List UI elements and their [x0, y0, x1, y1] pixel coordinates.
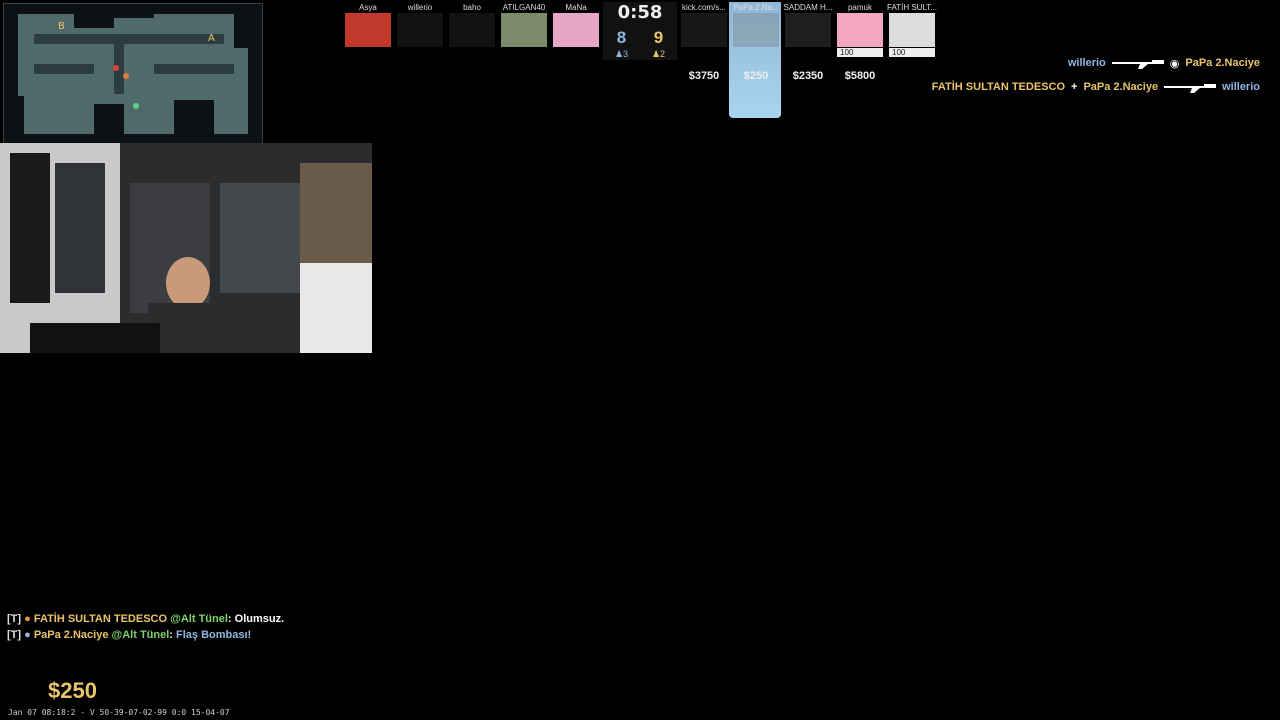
player-money-value: $250 — [743, 70, 769, 82]
t-player-card: PaPa 2.Na... — [731, 2, 781, 47]
player-avatar — [501, 13, 547, 47]
player-name: Asya — [359, 3, 377, 12]
player-name: PaPa 2.Na... — [733, 3, 779, 12]
kill-feed: willerio ◉ PaPa 2.Naciye FATİH SULTAN TE… — [860, 52, 1260, 100]
player-name: SADDAM H... — [783, 3, 833, 12]
radar-label-a: A — [208, 33, 215, 44]
player-name: kick.com/s... — [681, 3, 726, 12]
t-player-card: SADDAM H... — [783, 2, 833, 47]
chat-message: Flaş Bombası! — [176, 629, 252, 641]
player-name: ATILGAN40 — [502, 3, 546, 12]
ct-score: 8 — [616, 28, 627, 47]
chat-message: Olumsuz. — [234, 613, 285, 625]
killfeed-entry: willerio ◉ PaPa 2.Naciye — [860, 52, 1260, 74]
t-player-card: pamuk 100 — [835, 2, 885, 57]
killfeed-victim: PaPa 2.Naciye — [1185, 57, 1260, 69]
webcam-image — [0, 143, 372, 353]
headshot-icon: ◉ — [1169, 57, 1180, 70]
player-avatar — [449, 13, 495, 47]
player-avatar — [837, 13, 883, 47]
ct-player-card: Asya — [343, 2, 393, 47]
chat-team-tag: [T] — [7, 629, 22, 641]
t-score: 9 — [653, 28, 664, 47]
ct-player-card: baho — [447, 2, 497, 47]
webcam-feed — [0, 143, 372, 353]
t-player-card: kick.com/s... — [679, 2, 729, 47]
team-chat: [T] ● FATİH SULTAN TEDESCO @Alt Tünel: O… — [7, 611, 284, 643]
killfeed-killer: willerio — [1067, 57, 1106, 69]
radar-label-b: B — [58, 21, 65, 32]
player-money: $250 — [48, 678, 97, 703]
t-alive-count: ♟2 — [651, 49, 666, 59]
player-avatar — [553, 13, 599, 47]
player-avatar — [681, 13, 727, 47]
player-color-dot-icon: ● — [24, 613, 31, 625]
chat-location: @Alt Tünel — [111, 629, 170, 641]
player-avatar — [345, 13, 391, 47]
player-name: MaNa — [565, 3, 587, 12]
player-money-value: $2350 — [792, 70, 824, 82]
rifle-icon — [1111, 60, 1164, 69]
radar-map: B A — [4, 4, 262, 144]
chat-team-tag: [T] — [7, 613, 22, 625]
ct-player-card: MaNa — [551, 2, 601, 47]
chat-location: @Alt Tünel — [170, 613, 228, 625]
ct-player-card: ATILGAN40 — [499, 2, 549, 47]
player-money-value: $3750 — [688, 70, 720, 82]
scoreboard-center: 0:58 8 9 ♟3 ♟2 — [603, 2, 677, 60]
killfeed-plus: + — [1071, 81, 1078, 93]
player-color-dot-icon: ● — [24, 629, 31, 641]
radar-minimap: B A — [3, 3, 263, 145]
chat-line: [T] ● PaPa 2.Naciye @Alt Tünel: Flaş Bom… — [7, 629, 252, 641]
chat-player-name: PaPa 2.Naciye — [33, 629, 109, 641]
ct-alive-count: ♟3 — [614, 49, 629, 59]
player-name: pamuk — [847, 3, 872, 12]
player-avatar — [733, 13, 779, 47]
rifle-icon — [1164, 84, 1217, 93]
player-avatar — [397, 13, 443, 47]
round-timer: 0:58 — [617, 2, 663, 23]
killfeed-killer: FATİH SULTAN TEDESCO — [931, 81, 1066, 93]
demo-info-footer: Jan 07 08:18:2 - V 50-39-07-02-99 0:0 15… — [8, 708, 230, 717]
ct-player-card: willerio — [395, 2, 445, 47]
chat-line: [T] ● FATİH SULTAN TEDESCO @Alt Tünel: O… — [7, 613, 285, 625]
killfeed-assister: PaPa 2.Naciye — [1083, 81, 1159, 93]
killfeed-victim: willerio — [1222, 81, 1260, 93]
player-avatar — [785, 13, 831, 47]
t-player-card: FATİH SULT... 100 — [887, 2, 937, 57]
player-name: willerio — [407, 3, 433, 12]
player-name: FATİH SULT... — [887, 3, 937, 12]
killfeed-entry: FATİH SULTAN TEDESCO + PaPa 2.Naciye wil… — [860, 76, 1260, 98]
player-name: baho — [463, 3, 481, 12]
player-avatar — [889, 13, 935, 47]
chat-player-name: FATİH SULTAN TEDESCO — [33, 613, 168, 625]
